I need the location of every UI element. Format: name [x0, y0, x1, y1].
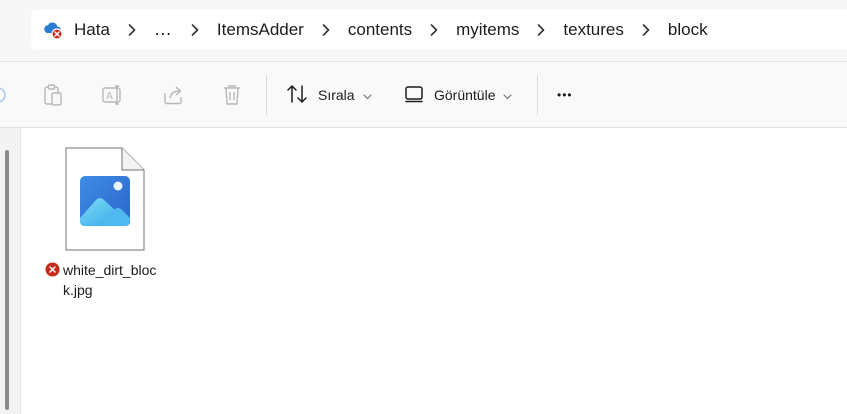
view-icon: [404, 85, 424, 106]
scrollbar[interactable]: [5, 150, 9, 410]
chevron-right-icon[interactable]: [519, 10, 563, 49]
share-icon[interactable]: [161, 83, 185, 107]
chevron-right-icon[interactable]: [304, 10, 348, 49]
chevron-right-icon[interactable]: [173, 10, 217, 49]
image-file-icon: [44, 147, 168, 260]
chevron-right-icon[interactable]: [624, 10, 668, 49]
file-name-label: white_dirt_block.jpg: [63, 262, 157, 298]
svg-text:A: A: [106, 91, 113, 102]
crumb-label: contents: [347, 19, 413, 39]
more-options-button[interactable]: •••: [557, 80, 573, 110]
chevron-right-icon[interactable]: [412, 10, 456, 49]
command-bar: A Sırala Görüntüle •••: [0, 61, 847, 128]
chevron-down-icon: [503, 87, 513, 103]
crumb-textures[interactable]: textures: [563, 10, 623, 49]
sort-button[interactable]: Sırala: [286, 80, 372, 110]
crumb-label: textures: [563, 19, 624, 39]
crumb-label: block: [667, 19, 708, 39]
crumb-label: ItemsAdder: [216, 19, 304, 39]
chevron-right-icon[interactable]: [110, 10, 154, 49]
toolbar-divider: [537, 75, 538, 115]
crumb-itemsadder[interactable]: ItemsAdder: [217, 10, 304, 49]
navigation-pane: [0, 128, 21, 414]
crumb-myitems[interactable]: myitems: [456, 10, 519, 49]
crumb-block[interactable]: block: [668, 10, 708, 49]
file-name: white_dirt_block.jpg: [45, 260, 169, 300]
crumb-contents[interactable]: contents: [348, 10, 412, 49]
sort-label: Sırala: [318, 87, 355, 103]
sort-icon: [286, 84, 308, 107]
crumb-hata[interactable]: Hata: [43, 10, 110, 49]
file-explorer-window: Hata … ItemsAdder contents myitems textu…: [0, 0, 847, 414]
cut-icon[interactable]: [0, 83, 10, 107]
file-list-area[interactable]: white_dirt_block.jpg: [0, 128, 847, 414]
sync-error-icon: [45, 262, 60, 282]
onedrive-error-icon: [43, 20, 65, 40]
crumb-overflow[interactable]: …: [154, 10, 173, 49]
address-bar[interactable]: Hata … ItemsAdder contents myitems textu…: [31, 10, 847, 49]
crumb-label: myitems: [456, 19, 520, 39]
crumb-label: Hata: [74, 19, 110, 39]
view-button[interactable]: Görüntüle: [404, 80, 513, 110]
crumb-label: …: [153, 19, 173, 39]
view-label: Görüntüle: [434, 87, 496, 103]
delete-icon[interactable]: [220, 83, 244, 107]
file-item[interactable]: white_dirt_block.jpg: [44, 146, 168, 298]
paste-icon[interactable]: [41, 83, 65, 107]
chevron-down-icon: [362, 87, 372, 103]
toolbar-divider: [266, 75, 267, 115]
more-icon: •••: [557, 88, 573, 102]
rename-icon[interactable]: A: [101, 83, 125, 107]
